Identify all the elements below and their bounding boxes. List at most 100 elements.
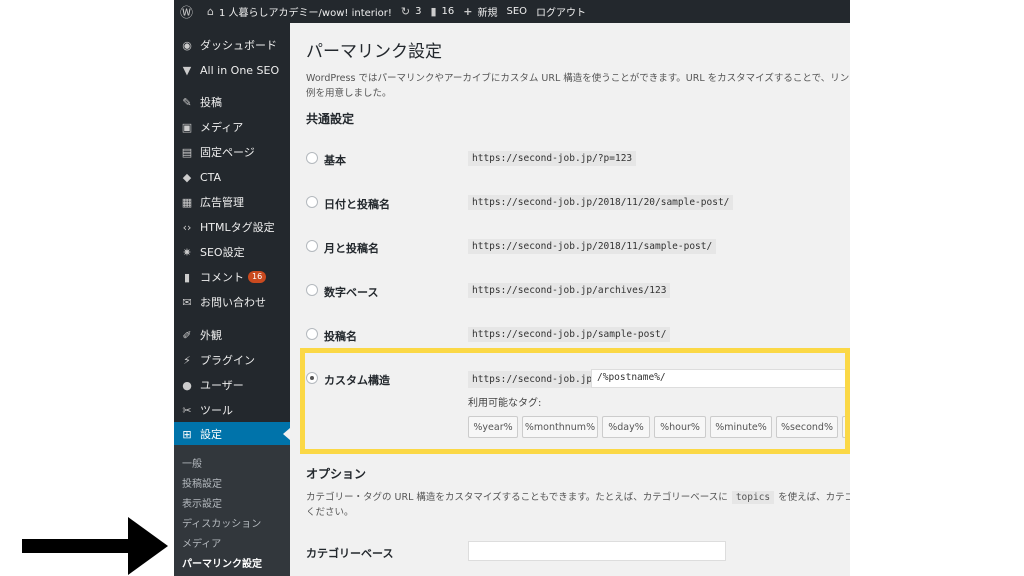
- mail-icon: ✉: [182, 295, 192, 309]
- comment-count-badge: 16: [248, 271, 267, 283]
- sidebar-item-comments[interactable]: ▮ コメント 16: [174, 265, 290, 289]
- wordpress-icon: Ⓦ: [180, 6, 194, 21]
- new-content-link[interactable]: + 新規: [463, 4, 497, 19]
- option-label: 日付と投稿名: [324, 198, 390, 211]
- description-line: 例を用意しました。: [306, 88, 392, 99]
- sidebar-item-label: HTMLタグ設定: [200, 221, 275, 234]
- sidebar-item-dashboard[interactable]: ◉ ダッシュボード: [174, 33, 290, 57]
- pointer-arrow-icon: [22, 517, 168, 575]
- sidebar-item-ads[interactable]: ▦ 広告管理: [174, 190, 290, 214]
- aioseo-icon: ▼: [182, 63, 192, 77]
- sidebar-item-appearance[interactable]: ✐ 外観: [174, 323, 290, 347]
- sidebar-item-label: ユーザー: [200, 379, 244, 392]
- option-label: 月と投稿名: [324, 242, 379, 255]
- seo-link[interactable]: SEO: [507, 6, 528, 17]
- common-settings-title: 共通設定: [306, 112, 355, 126]
- refresh-icon: ↻: [400, 5, 411, 18]
- option-label: 数字ベース: [324, 286, 379, 299]
- page-icon: ▤: [181, 145, 193, 159]
- admin-bar: Ⓦ ⌂ 1 人暮らしアカデミー/wow! interior! ↻ 3 ▮ 16 + 新規…: [174, 0, 850, 23]
- sidebar-item-label: 投稿: [200, 96, 222, 109]
- sidebar-item-label: メディア: [200, 121, 244, 134]
- wordpress-logo[interactable]: Ⓦ: [180, 2, 198, 21]
- sidebar-item-tools[interactable]: ✂ ツール: [174, 398, 290, 422]
- ad-icon: ▦: [181, 195, 193, 209]
- sidebar-item-aioseo[interactable]: ▼ All in One SEO: [174, 58, 290, 82]
- media-icon: ▣: [181, 120, 193, 134]
- tag-icon: ◆: [182, 170, 192, 184]
- radio-plain[interactable]: [306, 152, 318, 164]
- sidebar-item-label: 広告管理: [200, 196, 244, 209]
- sidebar-item-seo-settings[interactable]: ✷ SEO設定: [174, 240, 290, 264]
- sidebar-item-users[interactable]: ● ユーザー: [174, 373, 290, 397]
- pin-icon: ✎: [182, 95, 192, 109]
- logout-link[interactable]: ログアウト: [536, 4, 586, 19]
- radio-month-name[interactable]: [306, 240, 318, 252]
- sidebar-item-posts[interactable]: ✎ 投稿: [174, 90, 290, 114]
- radio-day-name[interactable]: [306, 196, 318, 208]
- comments-link[interactable]: ▮ 16: [430, 5, 454, 18]
- option-example: https://second-job.jp/archives/123: [468, 283, 671, 298]
- options-desc-text: カテゴリー・タグの URL 構造をカスタマイズすることもできます。たとえば、カテ…: [306, 492, 728, 503]
- topics-code: topics: [731, 491, 775, 504]
- sidebar-item-plugins[interactable]: ⚡ プラグイン: [174, 348, 290, 372]
- custom-structure-highlight: [300, 348, 850, 454]
- site-name-link[interactable]: ⌂ 1 人暮らしアカデミー/wow! interior!: [207, 4, 392, 19]
- options-title: オプション: [306, 467, 367, 481]
- category-base-label: カテゴリーベース: [306, 547, 394, 560]
- submenu-discussion[interactable]: ディスカッション: [182, 515, 261, 530]
- comment-icon: ▮: [183, 270, 191, 284]
- submenu-media[interactable]: メディア: [182, 535, 221, 550]
- sidebar-item-label: ダッシュボード: [200, 39, 277, 52]
- radio-post-name[interactable]: [306, 328, 318, 340]
- sidebar-item-label: CTA: [200, 170, 222, 184]
- submenu-permalinks[interactable]: パーマリンク設定: [182, 555, 262, 570]
- screenshot-stage: Ⓦ ⌂ 1 人暮らしアカデミー/wow! interior! ↻ 3 ▮ 16 + 新規…: [0, 0, 1024, 576]
- home-icon: ⌂: [207, 5, 214, 18]
- admin-sidebar: ◉ ダッシュボード ▼ All in One SEO ✎ 投稿 ▣ メディア ▤ 固定ペー…: [174, 23, 290, 576]
- sidebar-item-label: 固定ページ: [200, 146, 255, 159]
- options-desc-line: ください。: [306, 507, 354, 518]
- options-desc-text: を使えば、カテゴ: [778, 492, 850, 503]
- sidebar-item-label: 設定: [200, 428, 222, 441]
- sidebar-item-label: All in One SEO: [200, 63, 280, 77]
- sidebar-item-media[interactable]: ▣ メディア: [174, 115, 290, 139]
- sidebar-item-label: コメント: [200, 271, 244, 284]
- updates-count: 3: [415, 6, 422, 17]
- settings-icon: ⊞: [182, 427, 192, 441]
- wrench-icon: ✂: [182, 403, 192, 417]
- radio-numeric[interactable]: [306, 284, 318, 296]
- submenu-writing[interactable]: 投稿設定: [182, 475, 222, 490]
- page-title: パーマリンク設定: [306, 42, 442, 62]
- sidebar-item-cta[interactable]: ◆ CTA: [174, 165, 290, 189]
- sidebar-item-pages[interactable]: ▤ 固定ページ: [174, 140, 290, 164]
- plus-icon: +: [463, 5, 473, 18]
- submenu-reading[interactable]: 表示設定: [182, 495, 222, 510]
- updates-link[interactable]: ↻ 3: [401, 5, 422, 18]
- plugin-icon: ⚡: [183, 353, 191, 367]
- options-description: カテゴリー・タグの URL 構造をカスタマイズすることもできます。たとえば、カテ…: [306, 490, 850, 520]
- page-description: WordPress ではパーマリンクやアーカイブにカスタム URL 構造を使うこ…: [306, 71, 850, 101]
- main-content: パーマリンク設定 WordPress ではパーマリンクやアーカイブにカスタム U…: [290, 23, 850, 576]
- settings-submenu: 一般 投稿設定 表示設定 ディスカッション メディア パーマリンク設定: [174, 445, 290, 576]
- option-label: 投稿名: [324, 330, 357, 343]
- sidebar-item-settings[interactable]: ⊞ 設定: [174, 422, 290, 446]
- comment-icon: ▮: [430, 5, 437, 18]
- sidebar-item-contact[interactable]: ✉ お問い合わせ: [174, 290, 290, 314]
- sidebar-item-label: プラグイン: [200, 354, 255, 367]
- description-line: WordPress ではパーマリンクやアーカイブにカスタム URL 構造を使うこ…: [306, 73, 850, 84]
- options-desc-line: カテゴリー・タグの URL 構造をカスタマイズすることもできます。たとえば、カテ…: [306, 490, 850, 505]
- option-example: https://second-job.jp/sample-post/: [468, 327, 671, 342]
- option-example: https://second-job.jp/2018/11/sample-pos…: [468, 239, 717, 254]
- option-example: https://second-job.jp/2018/11/20/sample-…: [468, 195, 734, 210]
- category-base-input[interactable]: [468, 541, 726, 561]
- sidebar-item-label: ツール: [200, 404, 233, 417]
- option-example: https://second-job.jp/?p=123: [468, 151, 637, 166]
- sidebar-item-html-tags[interactable]: ‹› HTMLタグ設定: [174, 215, 290, 239]
- user-icon: ●: [182, 378, 192, 392]
- brush-icon: ✐: [182, 328, 192, 342]
- sidebar-item-label: 外観: [200, 329, 222, 342]
- code-icon: ‹›: [182, 220, 192, 234]
- submenu-general[interactable]: 一般: [182, 455, 202, 470]
- new-label: 新規: [477, 8, 498, 19]
